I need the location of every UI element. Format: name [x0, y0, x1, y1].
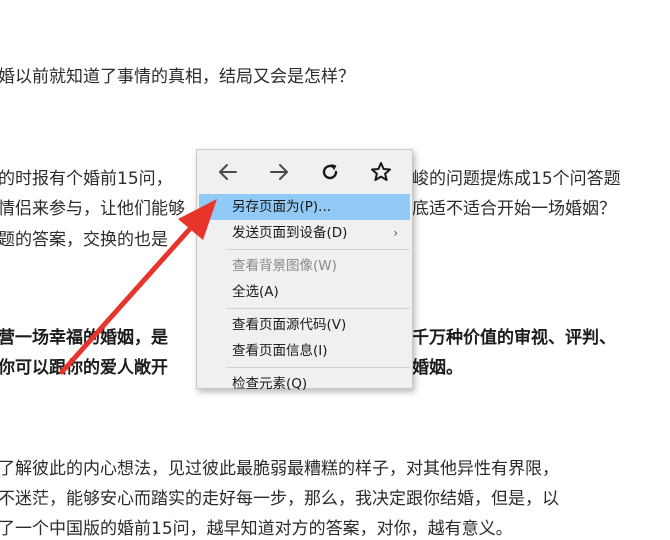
inspect-element-item[interactable]: 检查元素(Q) [197, 371, 412, 397]
menu-item-label: 全选(A) [232, 284, 279, 300]
menu-item-label: 查看页面信息(I) [232, 343, 328, 359]
arrow-right-icon [270, 164, 289, 180]
article-line-4a: 题的答案，交换的也是 [0, 230, 168, 250]
menu-item-label: 另存页面为(P)... [232, 199, 332, 215]
context-menu: 另存页面为(P)... 发送页面到设备(D) › 查看背景图像(W) 全选(A) … [196, 149, 413, 392]
menu-item-label: 查看背景图像(W) [232, 258, 337, 274]
menu-item-label: 发送页面到设备(D) [232, 225, 348, 241]
article-line-8: 不迷茫，能够安心而踏实的走好每一步，那么，我决定跟你结婚，但是，以 [0, 489, 559, 509]
article-line-1: 婚以前就知道了事情的真相，结局又会是怎样？ [0, 67, 355, 87]
article-line-9: 了一个中国版的婚前15问，越早知道对方的答案，对你，越有意义。 [0, 519, 513, 539]
star-icon [370, 162, 391, 181]
menu-separator [227, 367, 410, 368]
view-page-source-item[interactable]: 查看页面源代码(V) [197, 312, 412, 338]
article-line-2a: 的时报有个婚前15问， [0, 169, 173, 189]
article-line-7: 了解彼此的内心想法，见过彼此最脆弱最糟糕的样子，对其他异性有界限， [0, 459, 559, 479]
submenu-arrow-icon: › [393, 226, 398, 240]
menu-item-label: 检查元素(Q) [232, 376, 308, 392]
reload-icon [322, 164, 338, 180]
menu-item-label: 查看页面源代码(V) [232, 317, 347, 333]
article-line-3b: 底适不适合开始一场婚姻？ [412, 199, 616, 219]
article-line-6a: 你可以跟你的爱人敞开 [0, 358, 168, 378]
select-all-item[interactable]: 全选(A) [197, 279, 412, 305]
article-line-5a: 营一场幸福的婚姻，是 [0, 328, 168, 348]
menu-separator [227, 308, 410, 309]
arrow-left-icon [219, 164, 238, 180]
article-line-3a: 情侣来参与，让他们能够 [0, 199, 185, 219]
back-button[interactable] [210, 154, 246, 190]
forward-button[interactable] [261, 154, 297, 190]
save-page-as-item[interactable]: 另存页面为(P)... [199, 194, 410, 220]
view-page-info-item[interactable]: 查看页面信息(I) [197, 338, 412, 364]
send-page-to-device-item[interactable]: 发送页面到设备(D) › [197, 220, 412, 246]
menu-separator [227, 249, 410, 250]
bookmark-button[interactable] [363, 154, 399, 190]
article-line-6b: 婚姻。 [412, 358, 463, 378]
reload-button[interactable] [312, 154, 348, 190]
context-menu-nav [197, 150, 412, 194]
article-line-5b: 千万种价值的审视、评判、 [412, 328, 616, 348]
article-line-2b: 峻的问题提炼成15个问答题 [412, 169, 621, 189]
view-background-image-item: 查看背景图像(W) [197, 253, 412, 279]
